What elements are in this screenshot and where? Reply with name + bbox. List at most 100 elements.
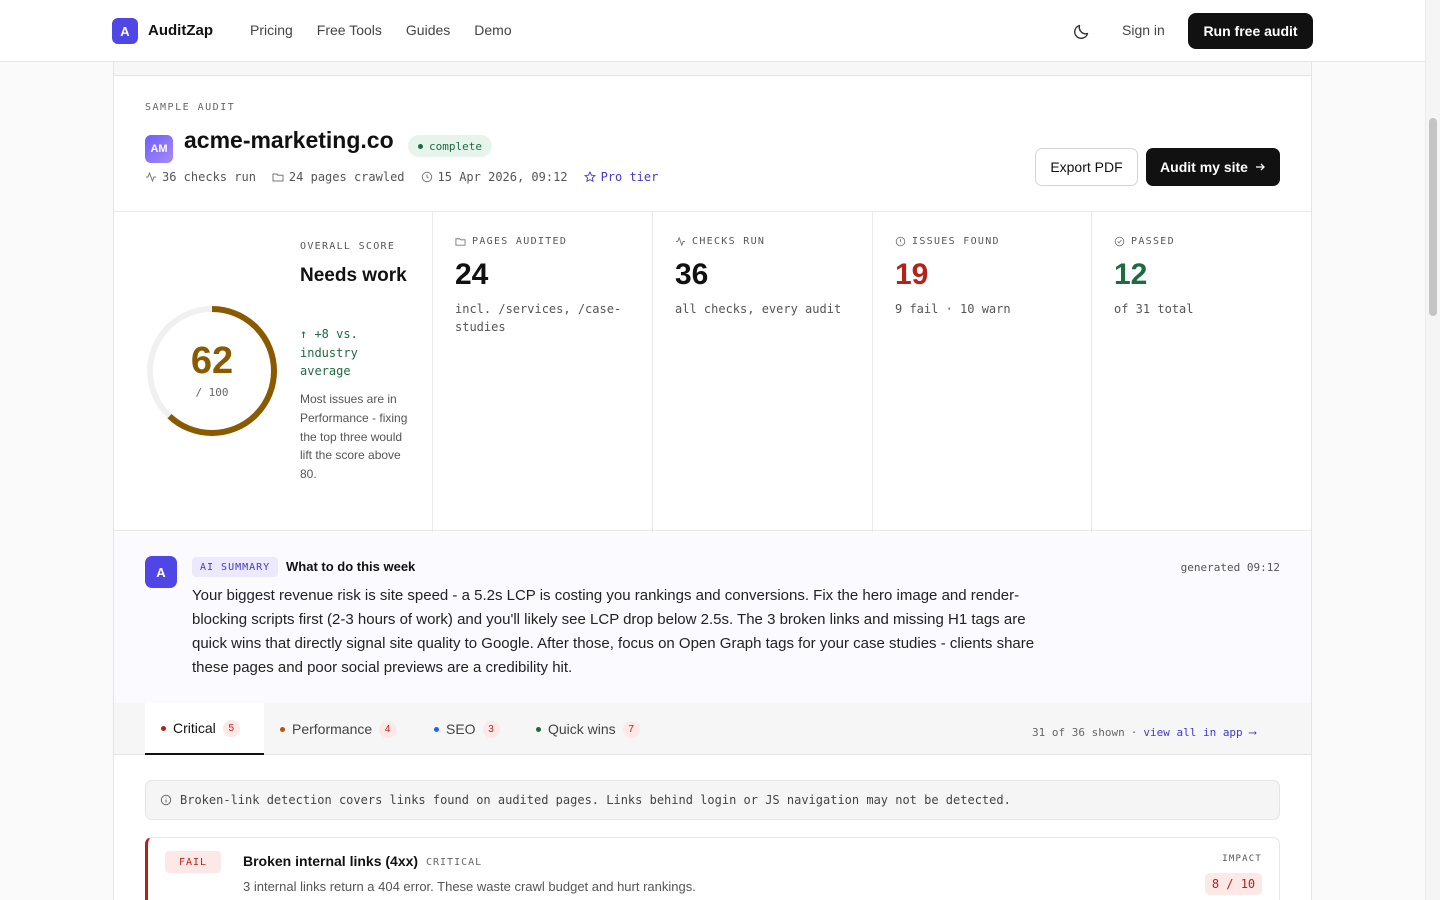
tab-count: 5 <box>222 719 240 737</box>
stat-label: PAGES AUDITED <box>455 236 567 247</box>
nav-link-pricing[interactable]: Pricing <box>250 22 293 38</box>
meta-date-text: 15 Apr 2026, 09:12 <box>437 170 568 184</box>
tab-label: Quick wins <box>548 721 616 737</box>
scrollbar-thumb[interactable] <box>1429 118 1437 316</box>
info-icon <box>160 794 172 806</box>
stat-value: 19 <box>895 258 929 291</box>
stat-label-text: ISSUES FOUND <box>912 236 1000 247</box>
status-text: complete <box>429 139 482 153</box>
status-dot-icon <box>418 143 423 149</box>
stat-issues-found: ISSUES FOUND 19 9 fail · 10 warn <box>872 212 1092 532</box>
stat-sub: incl. /services, /case-studies <box>455 302 622 334</box>
separator: · <box>1130 726 1138 739</box>
stat-sub: of 31 total <box>1114 302 1194 316</box>
tab-label: Critical <box>173 720 216 736</box>
meta-checks-text: 36 checks run <box>162 170 256 184</box>
sample-audit-label: SAMPLE AUDIT <box>145 102 236 113</box>
stats-grid: PAGES AUDITED 24 incl. /services, /case-… <box>114 211 1311 532</box>
tab-count: 3 <box>482 720 500 738</box>
performance-dot-icon <box>280 726 285 732</box>
audit-my-site-button[interactable]: Audit my site <box>1146 148 1280 186</box>
tab-quick-wins[interactable]: Quick wins 7 <box>536 703 656 755</box>
meta-tier: Pro tier <box>583 170 658 184</box>
critical-dot-icon <box>161 725 166 731</box>
overall-score-label: OVERALL SCORE <box>300 241 396 252</box>
stat-sub: 9 fail · 10 warn <box>895 302 1011 316</box>
tab-count: 7 <box>622 720 640 738</box>
stat-value: 12 <box>1114 258 1148 291</box>
nav-links: Pricing Free Tools Guides Demo <box>250 22 512 38</box>
score-delta: ↑ +8 vs. industry average <box>300 327 358 378</box>
audit-meta: 36 checks run 24 pages crawled 15 Apr 20… <box>145 170 658 184</box>
check-circle-icon <box>1114 236 1125 247</box>
tab-label: Performance <box>292 721 373 737</box>
run-free-audit-button[interactable]: Run free audit <box>1188 13 1313 49</box>
folder-icon <box>455 238 466 246</box>
star-icon <box>583 171 596 183</box>
site-avatar: AM <box>145 135 173 163</box>
stat-value: 24 <box>455 258 489 291</box>
stat-label-text: PASSED <box>1131 236 1175 247</box>
stat-sub: all checks, every audit <box>675 302 842 316</box>
meta-pages-text: 24 pages crawled <box>288 170 405 184</box>
tab-label: SEO <box>446 721 476 737</box>
seo-dot-icon <box>434 726 439 732</box>
score-description: Most issues are in Performance - fixing … <box>300 392 408 482</box>
ai-summary-heading: What to do this week <box>286 559 416 574</box>
activity-icon <box>146 171 156 183</box>
sign-in-link[interactable]: Sign in <box>1122 22 1165 38</box>
tab-seo[interactable]: SEO 3 <box>434 703 514 755</box>
meta-checks: 36 checks run <box>145 170 256 184</box>
fail-badge: FAIL <box>165 851 221 873</box>
broken-link-notice: Broken-link detection covers links found… <box>145 780 1280 820</box>
stat-checks-run: CHECKS RUN 36 all checks, every audit <box>652 212 872 532</box>
export-pdf-button[interactable]: Export PDF <box>1035 148 1138 186</box>
scrollbar[interactable] <box>1425 0 1440 900</box>
arrow-right-icon <box>1255 163 1265 171</box>
ai-summary-badge: AI SUMMARY <box>192 557 279 577</box>
issue-title[interactable]: Broken internal links (4xx) <box>243 853 418 869</box>
status-badge: complete <box>408 135 492 157</box>
stat-label: PASSED <box>1114 236 1175 247</box>
site-domain: acme-marketing.co <box>184 127 394 153</box>
brand-name[interactable]: AuditZap <box>148 22 213 39</box>
view-all-in-app-link[interactable]: view all in app ⟶ <box>1143 726 1256 739</box>
impact-label: IMPACT <box>1222 854 1262 864</box>
tabs-summary: 31 of 36 shown · view all in app ⟶ <box>1032 726 1256 739</box>
score-value: 62 <box>190 340 234 382</box>
issue-description: 3 internal links return a 404 error. The… <box>243 879 696 894</box>
dark-mode-toggle-icon[interactable] <box>1072 21 1092 41</box>
quick-wins-dot-icon <box>536 726 541 732</box>
shown-count: 31 of 36 shown <box>1032 726 1125 739</box>
top-nav: A AuditZap Pricing Free Tools Guides Dem… <box>0 0 1425 62</box>
tab-count: 4 <box>379 720 397 738</box>
issue-category: CRITICAL <box>426 857 483 868</box>
meta-pages: 24 pages crawled <box>272 170 405 184</box>
audit-my-site-label: Audit my site <box>1160 159 1248 175</box>
ai-avatar: A <box>145 556 177 588</box>
stat-label: ISSUES FOUND <box>895 236 1000 247</box>
overall-score-title: Needs work <box>300 265 407 286</box>
meta-date: 15 Apr 2026, 09:12 <box>421 170 568 184</box>
stat-label-text: CHECKS RUN <box>692 236 766 247</box>
impact-value: 8 / 10 <box>1205 873 1262 895</box>
nav-link-guides[interactable]: Guides <box>406 22 450 38</box>
nav-link-free-tools[interactable]: Free Tools <box>317 22 382 38</box>
stat-passed: PASSED 12 of 31 total <box>1091 212 1311 532</box>
stat-pages-audited: PAGES AUDITED 24 incl. /services, /case-… <box>432 212 652 532</box>
folder-icon <box>272 173 284 182</box>
tab-critical[interactable]: Critical 5 <box>145 703 264 755</box>
stat-label-text: PAGES AUDITED <box>472 236 568 247</box>
card-top-edge <box>113 62 1312 76</box>
ai-generated-time: generated 09:12 <box>1180 561 1280 574</box>
activity-icon <box>675 236 686 247</box>
ai-summary-body: Your biggest revenue risk is site speed … <box>192 587 1035 676</box>
score-max: / 100 <box>195 386 229 399</box>
alert-circle-icon <box>895 236 906 247</box>
clock-icon <box>421 171 432 183</box>
stat-label: CHECKS RUN <box>675 236 765 247</box>
logo-icon[interactable]: A <box>112 18 138 44</box>
nav-link-demo[interactable]: Demo <box>474 22 511 38</box>
tab-performance[interactable]: Performance 4 <box>280 703 410 755</box>
notice-text: Broken-link detection covers links found… <box>180 793 1011 807</box>
